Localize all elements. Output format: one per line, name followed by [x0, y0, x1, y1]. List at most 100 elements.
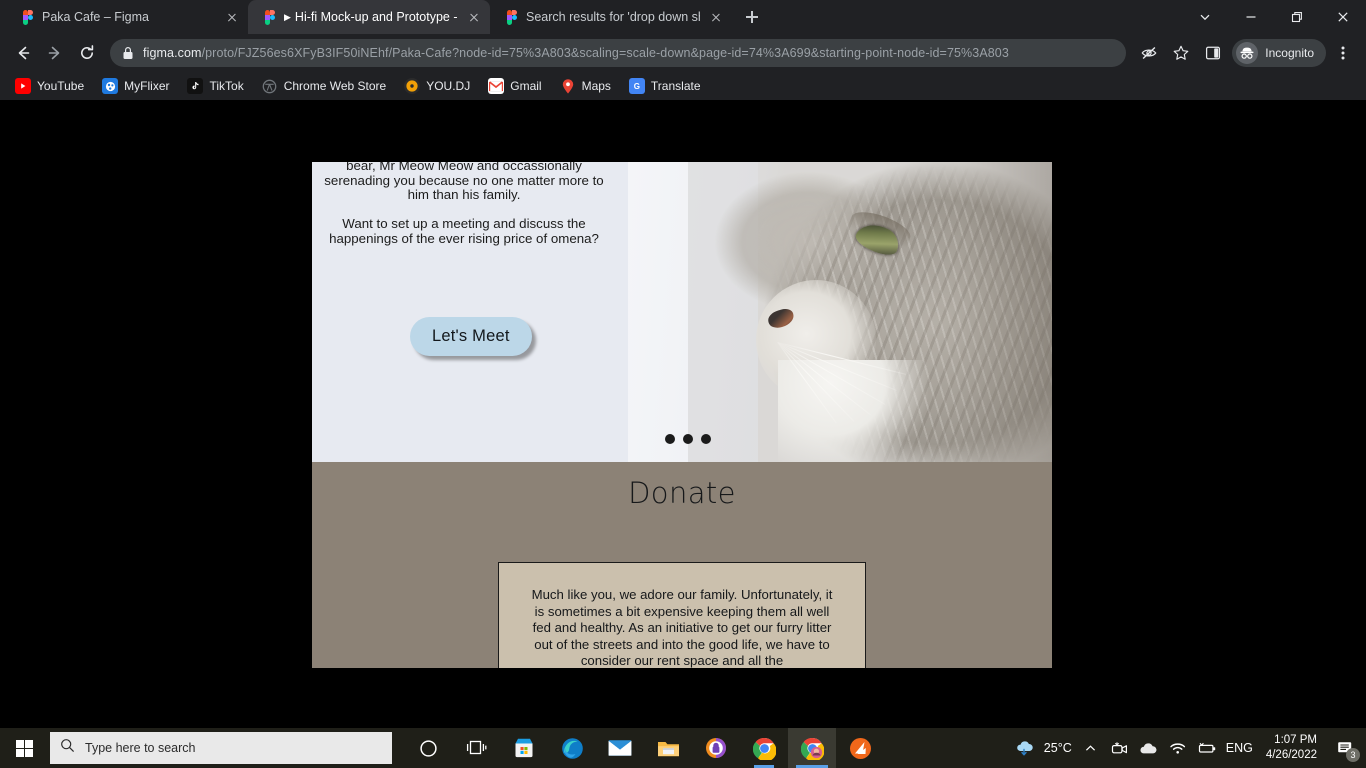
- tab-search-chevron-down-icon[interactable]: [1182, 0, 1228, 34]
- google-chrome-incognito-icon[interactable]: [788, 728, 836, 768]
- youdj-icon: [404, 78, 421, 94]
- battery-icon[interactable]: [1197, 738, 1217, 758]
- carousel-dots[interactable]: [665, 434, 711, 444]
- language-indicator[interactable]: ENG: [1226, 741, 1253, 755]
- figma-prototype-viewport[interactable]: long walks on your sofa, cuddling with t…: [0, 100, 1366, 728]
- tab-title: Hi-fi Mock-up and Prototype -: [294, 10, 458, 24]
- bookmark-label: YOU.DJ: [426, 79, 471, 93]
- bookmark-gmail[interactable]: Gmail: [481, 75, 548, 97]
- notification-count: 3: [1346, 748, 1360, 762]
- bookmark-label: Chrome Web Store: [283, 79, 387, 93]
- photo-shading: [882, 162, 1052, 462]
- microsoft-store-icon[interactable]: [500, 728, 548, 768]
- camera-icon[interactable]: [1110, 738, 1130, 758]
- tab-hifi-mockup-and-prototype[interactable]: ▶ Hi-fi Mock-up and Prototype -: [248, 0, 490, 34]
- windows-taskbar: Type here to search 25°C ENG 1:07 PM 4/2…: [0, 728, 1366, 768]
- tiktok-icon: [187, 78, 204, 94]
- carousel-dot[interactable]: [683, 434, 693, 444]
- close-icon[interactable]: [466, 9, 482, 25]
- gmail-icon: [488, 78, 505, 94]
- windows-start-icon[interactable]: [0, 728, 48, 768]
- new-tab-button[interactable]: [738, 3, 766, 31]
- eye-slash-icon[interactable]: [1134, 38, 1164, 68]
- address-bar[interactable]: figma.com/proto/FJZ56es6XFyB3IF50iNEhf/P…: [110, 39, 1127, 67]
- cloud-icon[interactable]: [1139, 738, 1159, 758]
- clock-time: 1:07 PM: [1274, 734, 1317, 746]
- bookmarks-bar: YouTube MyFlixer TikTok Chrome Web Store: [0, 72, 1366, 100]
- reload-icon[interactable]: [72, 38, 102, 68]
- temperature-label: 25°C: [1043, 741, 1072, 755]
- task-view-icon[interactable]: [452, 728, 500, 768]
- taskbar-search-input[interactable]: Type here to search: [50, 732, 392, 764]
- url-text: figma.com/proto/FJZ56es6XFyB3IF50iNEhf/P…: [143, 46, 1009, 60]
- microsoft-edge-icon[interactable]: [548, 728, 596, 768]
- figma-icon: [260, 9, 276, 25]
- close-icon[interactable]: [708, 9, 724, 25]
- lock-icon: [122, 46, 134, 60]
- star-icon[interactable]: [1166, 38, 1196, 68]
- bookmark-label: Translate: [650, 79, 701, 93]
- translate-icon: G: [628, 78, 645, 94]
- bookmark-maps[interactable]: Maps: [553, 75, 618, 97]
- restore-icon[interactable]: [1274, 0, 1320, 34]
- chevron-up-icon[interactable]: [1081, 738, 1101, 758]
- bookmark-label: YouTube: [37, 79, 85, 93]
- donate-card-text: Much like you, we adore our family. Unfo…: [531, 587, 833, 668]
- close-icon[interactable]: [224, 9, 240, 25]
- clock-date: 4/26/2022: [1265, 749, 1317, 761]
- tab-title: Search results for 'drop down sha: [526, 10, 700, 24]
- hero-copy: long walks on your sofa, cuddling with t…: [324, 162, 604, 261]
- hero-paragraph-2: Want to set up a meeting and discuss the…: [329, 216, 599, 246]
- side-panel-icon[interactable]: [1198, 38, 1228, 68]
- bookmark-youdj[interactable]: YOU.DJ: [397, 75, 477, 97]
- bookmark-youtube[interactable]: YouTube: [8, 75, 91, 97]
- password-manager-icon[interactable]: [692, 728, 740, 768]
- bookmark-chrome-web-store[interactable]: Chrome Web Store: [255, 75, 394, 97]
- forward-icon[interactable]: [40, 38, 70, 68]
- carousel-dot[interactable]: [701, 434, 711, 444]
- back-icon[interactable]: [8, 38, 38, 68]
- avast-icon[interactable]: [836, 728, 884, 768]
- close-icon[interactable]: [1320, 0, 1366, 34]
- chrome-browser-window: Paka Cafe – Figma ▶ Hi-fi Mock-up and Pr…: [0, 0, 1366, 728]
- donate-card: Much like you, we adore our family. Unfo…: [498, 562, 866, 668]
- play-icon: ▶: [284, 11, 291, 22]
- donate-heading: Donate: [628, 476, 736, 510]
- window-controls: [1182, 0, 1366, 34]
- three-dot-menu-icon[interactable]: [1328, 38, 1358, 68]
- tab-title: Paka Cafe – Figma: [42, 10, 149, 24]
- minimize-icon[interactable]: [1228, 0, 1274, 34]
- donate-section: Donate Much like you, we adore our famil…: [312, 462, 1052, 668]
- maps-icon: [560, 78, 576, 94]
- youtube-icon: [15, 78, 31, 94]
- file-explorer-icon[interactable]: [644, 728, 692, 768]
- search-icon: [60, 738, 75, 758]
- bookmark-translate[interactable]: G Translate: [622, 75, 708, 97]
- clock[interactable]: 1:07 PM 4/26/2022: [1262, 733, 1321, 763]
- lets-meet-button[interactable]: Let's Meet: [410, 317, 532, 356]
- prototype-frame: long walks on your sofa, cuddling with t…: [312, 162, 1052, 668]
- hero-paragraph-1: long walks on your sofa, cuddling with t…: [324, 162, 604, 203]
- bookmark-myflixer[interactable]: MyFlixer: [95, 75, 176, 97]
- bookmark-label: TikTok: [209, 79, 244, 93]
- google-chrome-icon[interactable]: [740, 728, 788, 768]
- url-path: /proto/FJZ56es6XFyB3IF50iNEhf/Paka-Cafe?…: [201, 46, 1009, 60]
- url-domain: figma.com: [143, 46, 202, 60]
- cloud-rain-icon[interactable]: [1015, 738, 1035, 758]
- bookmark-tiktok[interactable]: TikTok: [180, 75, 250, 97]
- wifi-icon[interactable]: [1168, 738, 1188, 758]
- notification-icon[interactable]: 3: [1330, 728, 1360, 768]
- desktop-screen: Paka Cafe – Figma ▶ Hi-fi Mock-up and Pr…: [0, 0, 1366, 768]
- mail-icon[interactable]: [596, 728, 644, 768]
- profile-incognito-button[interactable]: Incognito: [1232, 39, 1326, 67]
- tab-paka-cafe-figma[interactable]: Paka Cafe – Figma: [6, 0, 248, 34]
- carousel-dot[interactable]: [665, 434, 675, 444]
- search-placeholder: Type here to search: [85, 741, 196, 755]
- hero-section: long walks on your sofa, cuddling with t…: [312, 162, 1052, 462]
- taskbar-app-list: [404, 728, 884, 768]
- toolbar-right-actions: Incognito: [1134, 38, 1358, 68]
- profile-label: Incognito: [1265, 46, 1314, 60]
- figma-icon: [18, 9, 34, 25]
- tab-search-results[interactable]: Search results for 'drop down sha: [490, 0, 732, 34]
- cortana-icon[interactable]: [404, 728, 452, 768]
